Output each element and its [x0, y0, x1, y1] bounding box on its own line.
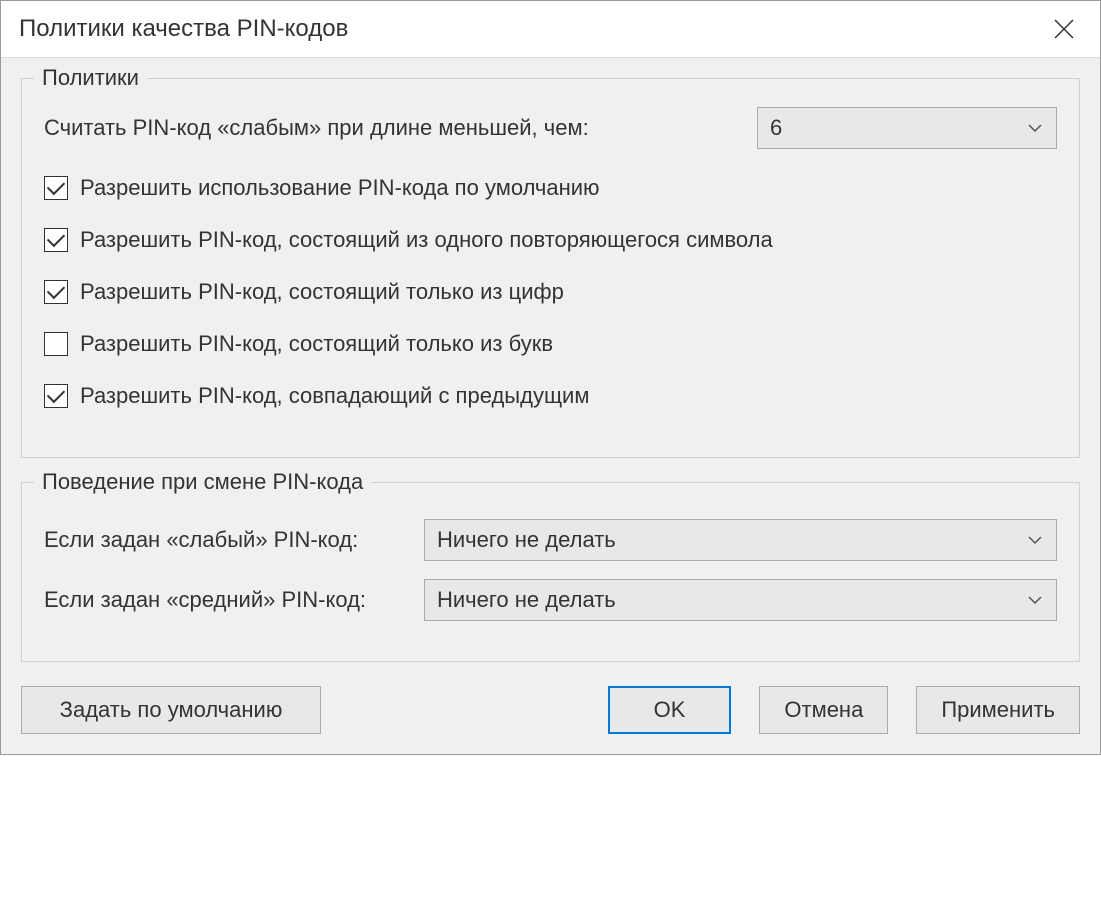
weak-length-label: Считать PIN-код «слабым» при длине меньш… [44, 115, 589, 141]
medium-behavior-value: Ничего не делать [437, 587, 616, 613]
dialog-content: Политики Считать PIN-код «слабым» при дл… [1, 58, 1100, 754]
allow-letters-only-row: Разрешить PIN-код, состоящий только из б… [44, 331, 1057, 357]
allow-default-pin-row: Разрешить использование PIN-кода по умол… [44, 175, 1057, 201]
cancel-button[interactable]: Отмена [759, 686, 888, 734]
policies-legend: Политики [34, 65, 147, 91]
allow-same-as-previous-checkbox[interactable] [44, 384, 68, 408]
medium-behavior-select[interactable]: Ничего не делать [424, 579, 1057, 621]
allow-digits-only-row: Разрешить PIN-код, состоящий только из ц… [44, 279, 1057, 305]
weak-behavior-row: Если задан «слабый» PIN-код: Ничего не д… [44, 519, 1057, 561]
set-default-button[interactable]: Задать по умолчанию [21, 686, 321, 734]
allow-letters-only-label: Разрешить PIN-код, состоящий только из б… [80, 331, 553, 357]
medium-behavior-label: Если задан «средний» PIN-код: [44, 587, 424, 613]
allow-default-pin-label: Разрешить использование PIN-кода по умол… [80, 175, 600, 201]
chevron-down-icon [1026, 119, 1044, 137]
allow-same-as-previous-label: Разрешить PIN-код, совпадающий с предыду… [80, 383, 589, 409]
allow-default-pin-checkbox[interactable] [44, 176, 68, 200]
weak-behavior-value: Ничего не делать [437, 527, 616, 553]
allow-letters-only-checkbox[interactable] [44, 332, 68, 356]
allow-repeating-row: Разрешить PIN-код, состоящий из одного п… [44, 227, 1057, 253]
close-button[interactable] [1046, 11, 1082, 47]
button-group-right: OK Отмена Применить [608, 686, 1080, 734]
allow-digits-only-label: Разрешить PIN-код, состоящий только из ц… [80, 279, 564, 305]
weak-behavior-label: Если задан «слабый» PIN-код: [44, 527, 424, 553]
titlebar: Политики качества PIN-кодов [1, 1, 1100, 58]
close-icon [1053, 18, 1075, 40]
medium-behavior-row: Если задан «средний» PIN-код: Ничего не … [44, 579, 1057, 621]
behavior-legend: Поведение при смене PIN-кода [34, 469, 371, 495]
window-title: Политики качества PIN-кодов [19, 15, 348, 43]
chevron-down-icon [1026, 531, 1044, 549]
allow-repeating-label: Разрешить PIN-код, состоящий из одного п… [80, 227, 773, 253]
weak-length-row: Считать PIN-код «слабым» при длине меньш… [44, 107, 1057, 149]
button-bar: Задать по умолчанию OK Отмена Применить [21, 686, 1080, 734]
allow-digits-only-checkbox[interactable] [44, 280, 68, 304]
weak-length-select[interactable]: 6 [757, 107, 1057, 149]
weak-length-value: 6 [770, 115, 782, 141]
behavior-group: Поведение при смене PIN-кода Если задан … [21, 482, 1080, 662]
dialog-window: Политики качества PIN-кодов Политики Счи… [0, 0, 1101, 755]
allow-repeating-checkbox[interactable] [44, 228, 68, 252]
weak-behavior-select[interactable]: Ничего не делать [424, 519, 1057, 561]
allow-same-as-previous-row: Разрешить PIN-код, совпадающий с предыду… [44, 383, 1057, 409]
ok-button[interactable]: OK [608, 686, 732, 734]
policies-group: Политики Считать PIN-код «слабым» при дл… [21, 78, 1080, 458]
chevron-down-icon [1026, 591, 1044, 609]
apply-button[interactable]: Применить [916, 686, 1080, 734]
